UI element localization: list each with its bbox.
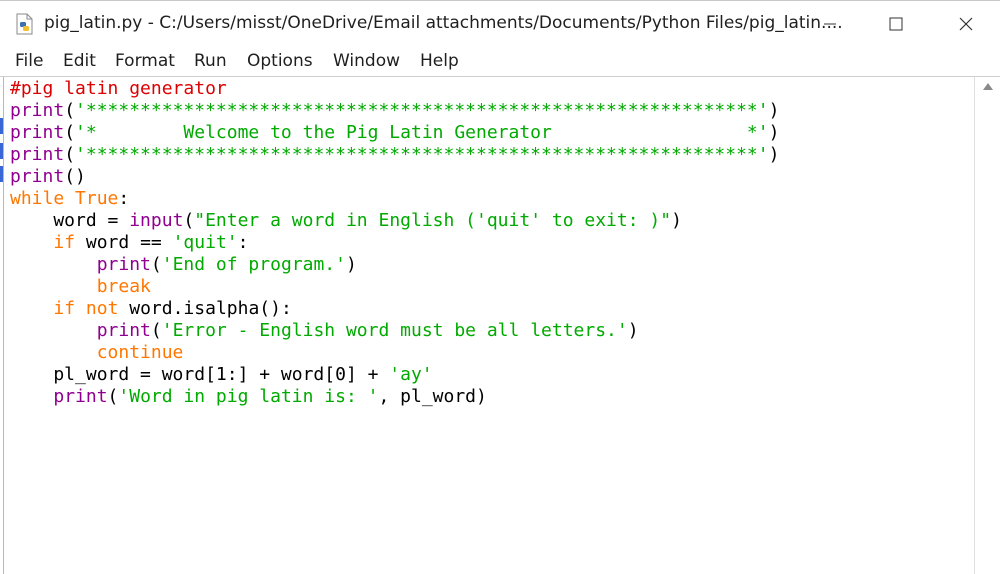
code-token: continue — [96, 342, 184, 363]
minimize-button[interactable] — [800, 1, 860, 47]
code-token: print — [10, 100, 65, 121]
code-token: 'quit' — [172, 232, 238, 253]
code-token: '***************************************… — [75, 100, 769, 121]
code-token: while — [10, 188, 65, 209]
menu-options[interactable]: Options — [247, 51, 313, 71]
code-token: True — [75, 188, 119, 209]
focus-marker — [0, 118, 3, 134]
minimize-icon — [824, 23, 836, 25]
code-line[interactable]: print('*********************************… — [10, 144, 779, 166]
code-token: break — [96, 276, 151, 297]
code-token: print — [10, 122, 65, 143]
menu-file[interactable]: File — [15, 51, 43, 71]
code-token: print — [53, 386, 108, 407]
code-token: ) — [671, 210, 682, 231]
code-line[interactable]: pl_word = word[1:] + word[0] + 'ay' — [10, 364, 779, 386]
code-token: print — [10, 166, 65, 187]
code-token: pl_word = word[1:] + word[0] + — [10, 364, 390, 385]
code-line[interactable]: break — [10, 276, 779, 298]
maximize-icon — [889, 17, 903, 31]
code-token: if — [53, 232, 76, 253]
window-title: pig_latin.py - C:/Users/misst/OneDrive/E… — [44, 13, 843, 33]
code-token: : — [118, 188, 130, 209]
code-token: 'Error - English word must be all letter… — [161, 320, 628, 341]
code-token: #pig latin generator — [10, 78, 227, 99]
menu-help[interactable]: Help — [420, 51, 459, 71]
code-token: "Enter a word in English ('quit' to exit… — [194, 210, 672, 231]
python-file-icon — [16, 13, 33, 35]
close-icon — [959, 17, 973, 31]
code-token: 'ay' — [389, 364, 433, 385]
code-text[interactable]: #pig latin generator print('*************… — [10, 78, 779, 408]
vertical-scrollbar[interactable] — [974, 77, 1000, 574]
code-token: '***************************************… — [75, 144, 769, 165]
code-token: ) — [768, 144, 780, 165]
code-token: if — [53, 298, 76, 319]
code-token: ) — [345, 254, 357, 275]
code-token: ( — [64, 122, 76, 143]
code-token: , pl_word) — [378, 386, 487, 407]
menu-window[interactable]: Window — [333, 51, 400, 71]
code-line[interactable]: print('* Welcome to the Pig Latin Genera… — [10, 122, 779, 144]
code-token: word.isalpha(): — [118, 298, 292, 319]
code-token: print — [10, 144, 65, 165]
code-line[interactable]: print() — [10, 166, 779, 188]
code-line[interactable]: print('*********************************… — [10, 100, 779, 122]
code-token: ) — [768, 100, 780, 121]
menu-run[interactable]: Run — [194, 51, 227, 71]
code-token: : — [237, 232, 249, 253]
code-token: ( — [64, 144, 76, 165]
menu-bar: File Edit Format Run Options Window Help — [0, 46, 1000, 76]
code-line[interactable]: if not word.isalpha(): — [10, 298, 779, 320]
code-token: word = — [10, 210, 130, 231]
code-token: '* Welcome to the Pig Latin Generator *' — [75, 122, 769, 143]
focus-marker — [0, 143, 3, 159]
code-line[interactable]: while True: — [10, 188, 779, 210]
code-token: 'Word in pig latin is: ' — [118, 386, 379, 407]
code-token: 'End of program.' — [161, 254, 346, 275]
code-line[interactable]: print('Word in pig latin is: ', pl_word) — [10, 386, 779, 408]
code-token: word == — [75, 232, 173, 253]
scroll-up-arrow-icon[interactable] — [983, 83, 993, 90]
code-line[interactable]: print('End of program.') — [10, 254, 779, 276]
code-token: () — [64, 166, 86, 187]
code-line[interactable]: word = input("Enter a word in English ('… — [10, 210, 779, 232]
code-line[interactable]: continue — [10, 342, 779, 364]
code-line[interactable]: if word == 'quit': — [10, 232, 779, 254]
code-token: ( — [64, 100, 76, 121]
code-token: ) — [627, 320, 639, 341]
focus-marker — [0, 166, 3, 182]
code-token: ( — [183, 210, 195, 231]
code-token: print — [96, 254, 151, 275]
code-line[interactable]: print('Error - English word must be all … — [10, 320, 779, 342]
code-token: ( — [150, 320, 162, 341]
code-token: input — [129, 210, 184, 231]
code-token: print — [96, 320, 151, 341]
code-token: ) — [768, 122, 780, 143]
maximize-button[interactable] — [866, 1, 926, 47]
code-line[interactable]: #pig latin generator — [10, 78, 779, 100]
code-token: ( — [107, 386, 119, 407]
close-button[interactable] — [936, 1, 996, 47]
menu-edit[interactable]: Edit — [63, 51, 96, 71]
title-bar[interactable]: pig_latin.py - C:/Users/misst/OneDrive/E… — [0, 0, 1000, 46]
code-token: not — [85, 298, 119, 319]
code-token: ( — [150, 254, 162, 275]
menu-format[interactable]: Format — [115, 51, 175, 71]
